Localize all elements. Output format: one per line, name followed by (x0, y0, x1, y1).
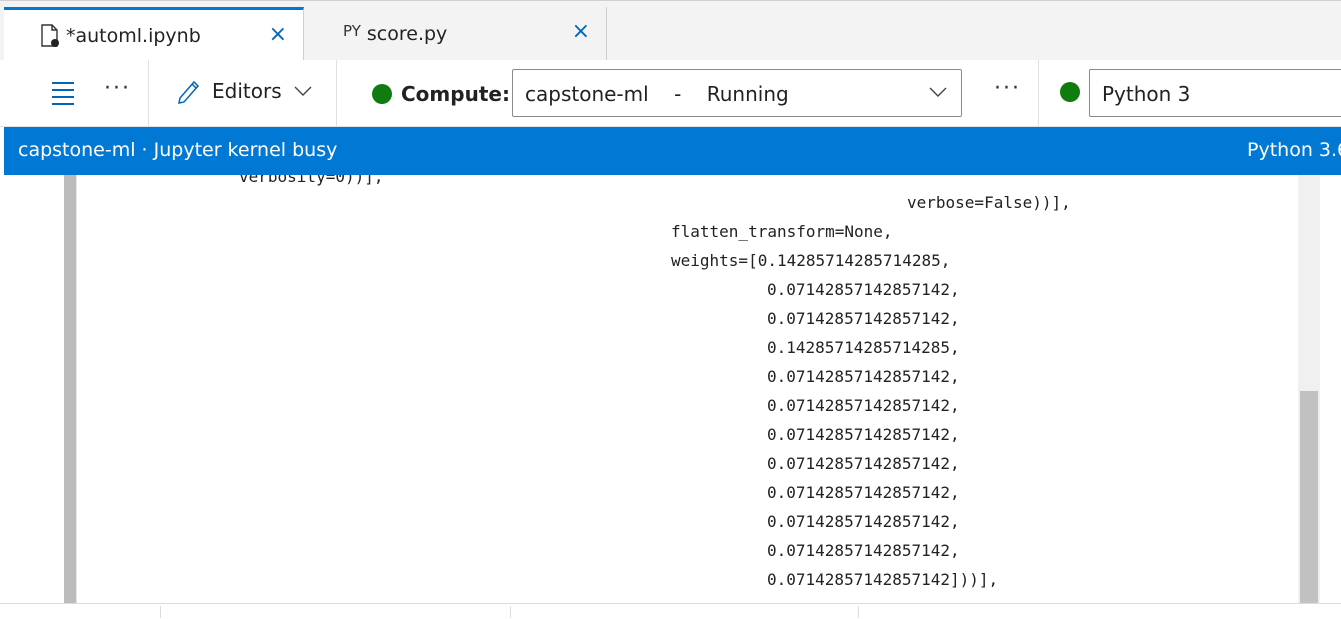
code-line: 0.07142857142857142, (767, 367, 960, 386)
notebook-toolbar: ··· Editors Compute: capstone-ml - Runni… (0, 60, 1341, 127)
code-line: 0.07142857142857142, (767, 454, 960, 473)
code-line: 0.07142857142857142, (767, 541, 960, 560)
code-line: verbosity=0))], (239, 175, 384, 186)
bottom-divider (160, 606, 161, 618)
toolbar-divider (148, 60, 149, 127)
kernel-select-value: Python 3 (1102, 82, 1191, 106)
pencil-icon (178, 80, 200, 104)
compute-label-group: Compute: (372, 82, 510, 106)
tab-automl-notebook[interactable]: *automl.ipynb × (4, 7, 304, 62)
code-output: verbosity=0))], verbose=False))], flatte… (77, 175, 1071, 589)
code-line: verbose=False))], (907, 193, 1071, 212)
compute-select[interactable]: capstone-ml - Running (512, 69, 962, 117)
compute-status-dot (372, 84, 392, 104)
more-actions-icon[interactable]: ··· (994, 76, 1021, 101)
compute-select-value: capstone-ml - Running (525, 82, 789, 106)
tab-strip: *automl.ipynb × PY score.py × (0, 0, 1341, 62)
code-line: 0.07142857142857142, (767, 309, 960, 328)
cell-output: verbosity=0))], verbose=False))], flatte… (76, 175, 1299, 603)
toolbar-divider (336, 60, 337, 127)
kernel-status-bar: capstone-ml · Jupyter kernel busy Python… (4, 127, 1341, 175)
python-file-icon: PY (343, 22, 361, 40)
kernel-status-dot (1060, 82, 1080, 102)
close-icon[interactable]: × (572, 21, 590, 43)
tab-score-py[interactable]: PY score.py × (305, 7, 607, 61)
scrollbar-thumb[interactable] (1300, 391, 1318, 603)
code-line: 0.07142857142857142, (767, 483, 960, 502)
code-line: 0.07142857142857142, (767, 425, 960, 444)
bottom-panel-edge (0, 603, 1341, 619)
bottom-divider (510, 606, 511, 618)
kernel-status-text: capstone-ml · Jupyter kernel busy (18, 139, 338, 161)
kernel-select[interactable]: Python 3 (1089, 69, 1341, 117)
code-line: 0.07142857142857142]))], (767, 570, 999, 589)
code-line: 0.07142857142857142, (767, 280, 960, 299)
kernel-language-text: Python 3.6 (1247, 139, 1341, 161)
tab-label: *automl.ipynb (66, 25, 201, 47)
code-line: weights=[0.14285714285714285, (671, 251, 951, 270)
more-actions-icon[interactable]: ··· (104, 76, 131, 101)
toolbar-divider (1038, 60, 1039, 127)
tab-label: score.py (366, 23, 448, 45)
code-line: 0.14285714285714285, (767, 338, 960, 357)
cell-gutter[interactable] (64, 175, 76, 603)
notebook-file-icon (40, 24, 60, 48)
chevron-down-icon (294, 86, 312, 96)
bottom-divider (858, 606, 859, 618)
notebook-content: verbosity=0))], verbose=False))], flatte… (4, 175, 1341, 603)
vertical-scrollbar[interactable] (1298, 175, 1320, 603)
compute-label: Compute: (401, 82, 510, 106)
code-line: 0.07142857142857142, (767, 396, 960, 415)
code-line: flatten_transform=None, (671, 222, 893, 241)
editors-label: Editors (212, 79, 282, 103)
chevron-down-icon (929, 87, 947, 97)
editors-dropdown[interactable]: Editors (176, 78, 312, 104)
menu-icon[interactable] (52, 82, 74, 105)
code-line: 0.07142857142857142, (767, 512, 960, 531)
close-icon[interactable]: × (269, 24, 287, 46)
